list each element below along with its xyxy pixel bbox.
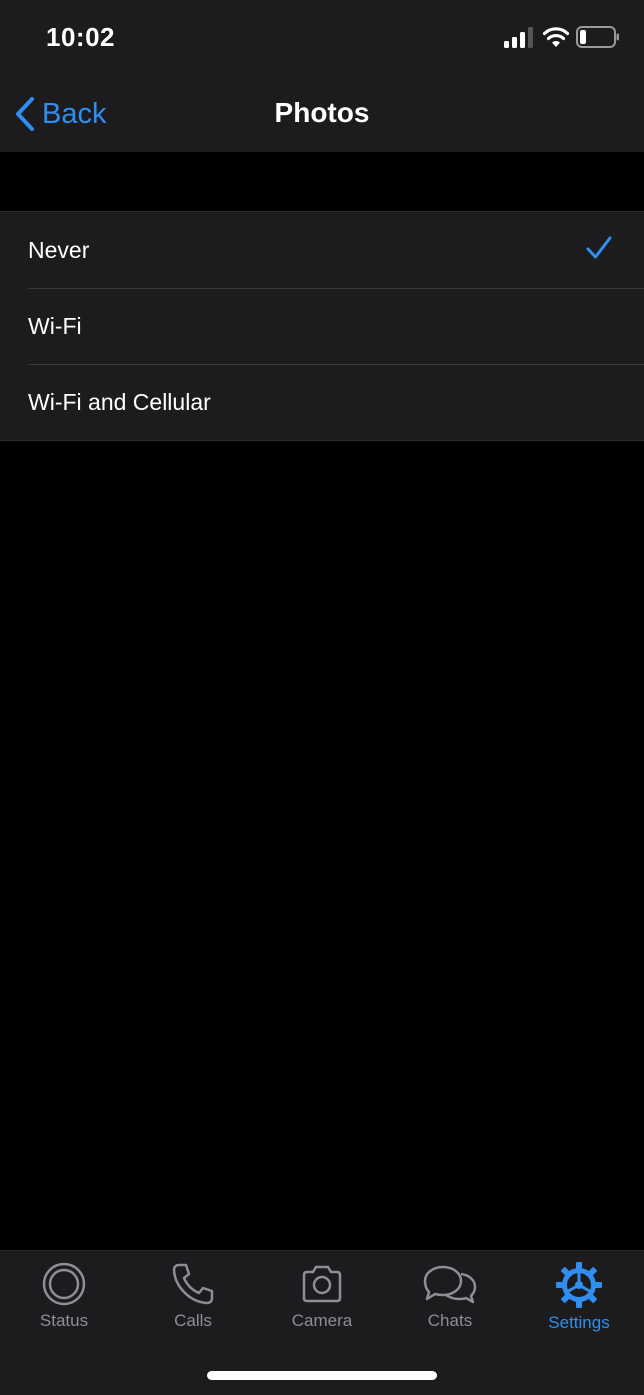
camera-icon — [302, 1265, 342, 1303]
tab-label: Chats — [427, 1311, 473, 1330]
download-options-list: Never Wi-Fi Wi-Fi and Cellular — [0, 211, 644, 441]
tab-chats[interactable]: Chats — [386, 1261, 514, 1341]
checkmark-icon — [586, 236, 612, 259]
tab-label: Settings — [548, 1313, 610, 1332]
navigation-bar: Back Photos — [0, 80, 644, 152]
home-indicator[interactable] — [207, 1371, 437, 1380]
status-bar: 10:02 — [0, 0, 644, 80]
tab-settings[interactable]: Settings — [515, 1261, 643, 1341]
status-time: 10:02 — [46, 22, 115, 52]
signal-icon — [504, 27, 533, 48]
settings-icon — [556, 1262, 602, 1308]
tab-label: Status — [39, 1311, 89, 1330]
tab-label: Calls — [174, 1311, 212, 1330]
status-icon — [42, 1262, 86, 1306]
page-title: Photos — [274, 97, 370, 128]
option-label: Wi-Fi — [28, 312, 82, 339]
tab-calls[interactable]: Calls — [129, 1261, 257, 1341]
option-label: Wi-Fi and Cellular — [28, 388, 211, 415]
option-label: Never — [28, 236, 90, 263]
option-wifi-and-cellular[interactable]: Wi-Fi and Cellular — [0, 364, 644, 440]
chats-icon — [423, 1265, 477, 1304]
tab-status[interactable]: Status — [0, 1261, 128, 1341]
phone-icon — [172, 1263, 214, 1305]
option-never[interactable]: Never — [0, 212, 644, 288]
wifi-icon — [542, 27, 570, 47]
tab-label: Camera — [291, 1311, 353, 1330]
tab-camera[interactable]: Camera — [258, 1261, 386, 1341]
battery-icon — [576, 26, 619, 48]
option-wifi[interactable]: Wi-Fi — [0, 288, 644, 364]
